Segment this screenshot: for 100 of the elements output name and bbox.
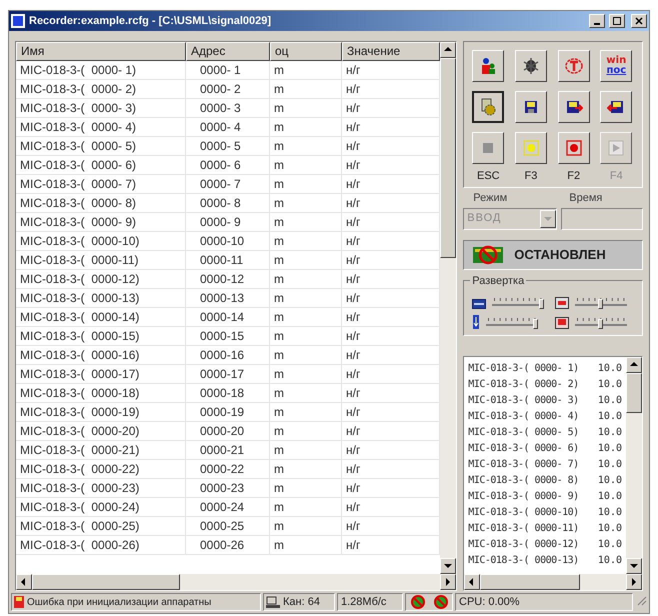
column-header[interactable]: Значение [342,42,440,61]
list-item-name: MIC-018-3-( 0000- 5) [468,426,579,440]
slider-thumb[interactable] [532,318,538,328]
down-arrow-icon [472,314,480,328]
screen-icon [472,298,486,308]
column-header[interactable]: Имя [16,42,186,61]
table-cell: 0000- 5 [186,137,270,155]
close-button[interactable] [631,14,647,28]
list-item-value: 10.0 [598,506,622,520]
maximize-icon [613,17,621,25]
close-icon [635,17,643,25]
floppy-arrow-icon [607,99,626,115]
table-cell: 0000-16 [186,346,270,364]
floppy-arrow-icon [564,99,583,115]
floppy-icon [14,596,24,608]
slider-thumb[interactable] [598,298,604,308]
table-cell: m [270,460,342,478]
scroll-right-button[interactable] [440,574,456,590]
table-cell: MIC-018-3-( 0000-26) [16,536,186,554]
table-cell: MIC-018-3-( 0000-19) [16,403,186,421]
slider-thumb[interactable] [538,298,544,308]
time-field[interactable] [561,208,643,230]
table-cell: m [270,327,342,345]
computer-icon [266,596,280,608]
table-cell: 0000- 9 [186,213,270,231]
list-item-name: MIC-018-3-( 0000- 1) [468,362,579,376]
list-item-name: MIC-018-3-( 0000- 3) [468,394,579,408]
table-cell: MIC-018-3-( 0000-11) [16,251,186,269]
table-cell: 0000-11 [186,251,270,269]
table-cell: MIC-018-3-( 0000- 4) [16,118,186,136]
table-cell: 0000- 3 [186,99,270,117]
shortcut-label: ESC [476,169,501,184]
table-cell: MIC-018-3-( 0000- 5) [16,137,186,155]
scrollbar-thumb[interactable] [626,372,642,412]
no-connection-icon [434,595,448,609]
floppy-icon [522,99,539,115]
horizontal-scrollbar[interactable] [464,574,642,590]
list-item-value: 10.0 [598,410,622,424]
scrollbar-thumb[interactable] [440,58,456,258]
gear-document-icon [479,98,498,116]
table-cell: MIC-018-3-( 0000- 1) [16,61,186,79]
status-button[interactable]: ОСТАНОВЛЕН [463,240,643,270]
table-cell: m [270,80,342,98]
table-cell: m [270,99,342,117]
table-cell: 0000- 7 [186,175,270,193]
table-cell: 0000- 1 [186,61,270,79]
scrollbar-thumb[interactable] [32,574,180,590]
table-cell: MIC-018-3-( 0000-21) [16,441,186,459]
shortcut-label: F3 [524,169,538,184]
list-item-value: 10.0 [598,394,622,408]
table-cell: MIC-018-3-( 0000-10) [16,232,186,250]
mode-label: Режим [472,192,508,204]
vertical-scrollbar[interactable] [440,42,456,574]
table-cell: m [270,403,342,421]
tool-button[interactable]: win пос [600,50,632,82]
slider-thumb[interactable] [598,318,604,328]
bug-icon [522,57,540,75]
table-cell: MIC-018-3-( 0000- 8) [16,194,186,212]
minimize-button[interactable] [589,14,605,28]
table-cell: MIC-018-3-( 0000-20) [16,422,186,440]
table-cell: m [270,232,342,250]
table-cell: MIC-018-3-( 0000-22) [16,460,186,478]
table-cell: 0000-18 [186,384,270,402]
list-item-name: MIC-018-3-( 0000-11) [468,522,579,536]
horizontal-scrollbar[interactable] [16,574,456,590]
circled-t-icon [564,57,584,75]
time-label: Время [568,192,604,204]
table-cell: m [270,536,342,554]
play-icon [608,140,624,156]
card-icon [555,316,570,328]
table-cell: m [270,137,342,155]
scroll-down-button[interactable] [440,558,456,574]
vertical-scrollbar[interactable] [626,356,642,574]
maximize-button[interactable] [609,14,625,28]
tool-button[interactable] [472,91,504,123]
scroll-left-button[interactable] [16,574,32,590]
scroll-down-button[interactable] [626,558,642,574]
table-cell: MIC-018-3-( 0000-17) [16,365,186,383]
table-cell: MIC-018-3-( 0000- 6) [16,156,186,174]
list-item-value: 10.0 [598,490,622,504]
table-cell: MIC-018-3-( 0000-24) [16,498,186,516]
scroll-up-button[interactable] [440,42,456,58]
scroll-left-button[interactable] [464,574,480,590]
scroll-up-button[interactable] [626,356,642,372]
scroll-right-button[interactable] [626,574,642,590]
table-cell: m [270,213,342,231]
column-header[interactable]: Адрес [186,42,270,61]
channel-count: Кан: 64 [263,593,335,611]
table-cell: m [270,118,342,136]
list-item-name: MIC-018-3-( 0000-13) [468,554,579,568]
table-cell: m [270,346,342,364]
table-cell: m [270,384,342,402]
table-cell: m [270,175,342,193]
table-cell: m [270,270,342,288]
scrollbar-thumb[interactable] [480,574,580,590]
table-cell: 0000-14 [186,308,270,326]
table-cell: MIC-018-3-( 0000- 2) [16,80,186,98]
column-header[interactable]: оц [270,42,342,61]
record-icon [566,140,582,156]
table-cell: 0000-20 [186,422,270,440]
